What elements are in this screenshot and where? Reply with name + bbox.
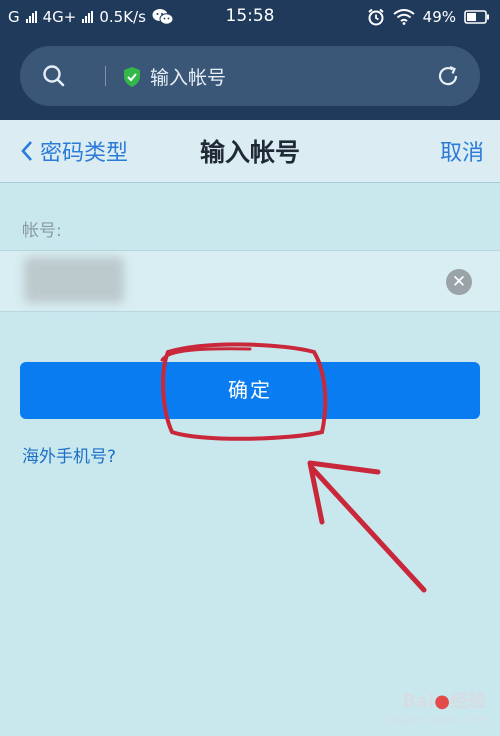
confirm-button[interactable]: 确定 (20, 362, 480, 419)
annotation-arrow-shaft (309, 465, 427, 593)
status-right: 49% (367, 8, 490, 26)
nav-bar: 密码类型 输入帐号 取消 (0, 120, 500, 183)
battery-percent: 49% (422, 8, 456, 26)
watermark-brand: Bai●经验 (384, 687, 486, 713)
address-separator (105, 66, 106, 86)
back-chevron-icon (21, 141, 32, 161)
address-bar[interactable]: 输入帐号 (20, 46, 480, 106)
masked-account-value (24, 257, 124, 303)
watermark: Bai●经验 jingyan.baidu.com (384, 687, 486, 726)
search-icon[interactable] (42, 64, 66, 88)
status-bar: G 4G+ 0.5K/s 15:58 49% (0, 0, 500, 34)
back-label: 密码类型 (40, 141, 129, 166)
alarm-icon (368, 8, 384, 26)
account-input[interactable]: ✕ (0, 250, 500, 312)
cancel-button[interactable]: 取消 (440, 135, 484, 167)
back-button[interactable]: 密码类型 (20, 135, 128, 167)
watermark-brand-left: Bai (402, 691, 435, 712)
battery-icon (464, 10, 489, 24)
address-text[interactable]: 输入帐号 (150, 63, 226, 90)
watermark-brand-right: 经验 (450, 691, 486, 712)
shield-icon (124, 67, 140, 87)
annotation-circle-outer (160, 347, 252, 362)
overseas-phone-link[interactable]: 海外手机号? (22, 442, 116, 467)
watermark-site: jingyan.baidu.com (384, 713, 486, 726)
reload-icon[interactable] (436, 64, 460, 88)
annotation-arrow-head (307, 460, 381, 525)
account-label: 帐号: (22, 221, 62, 241)
wifi-icon (393, 9, 415, 25)
paw-icon: ● (434, 691, 450, 712)
clear-icon[interactable]: ✕ (446, 269, 472, 295)
browser-toolbar: 输入帐号 (0, 34, 500, 120)
